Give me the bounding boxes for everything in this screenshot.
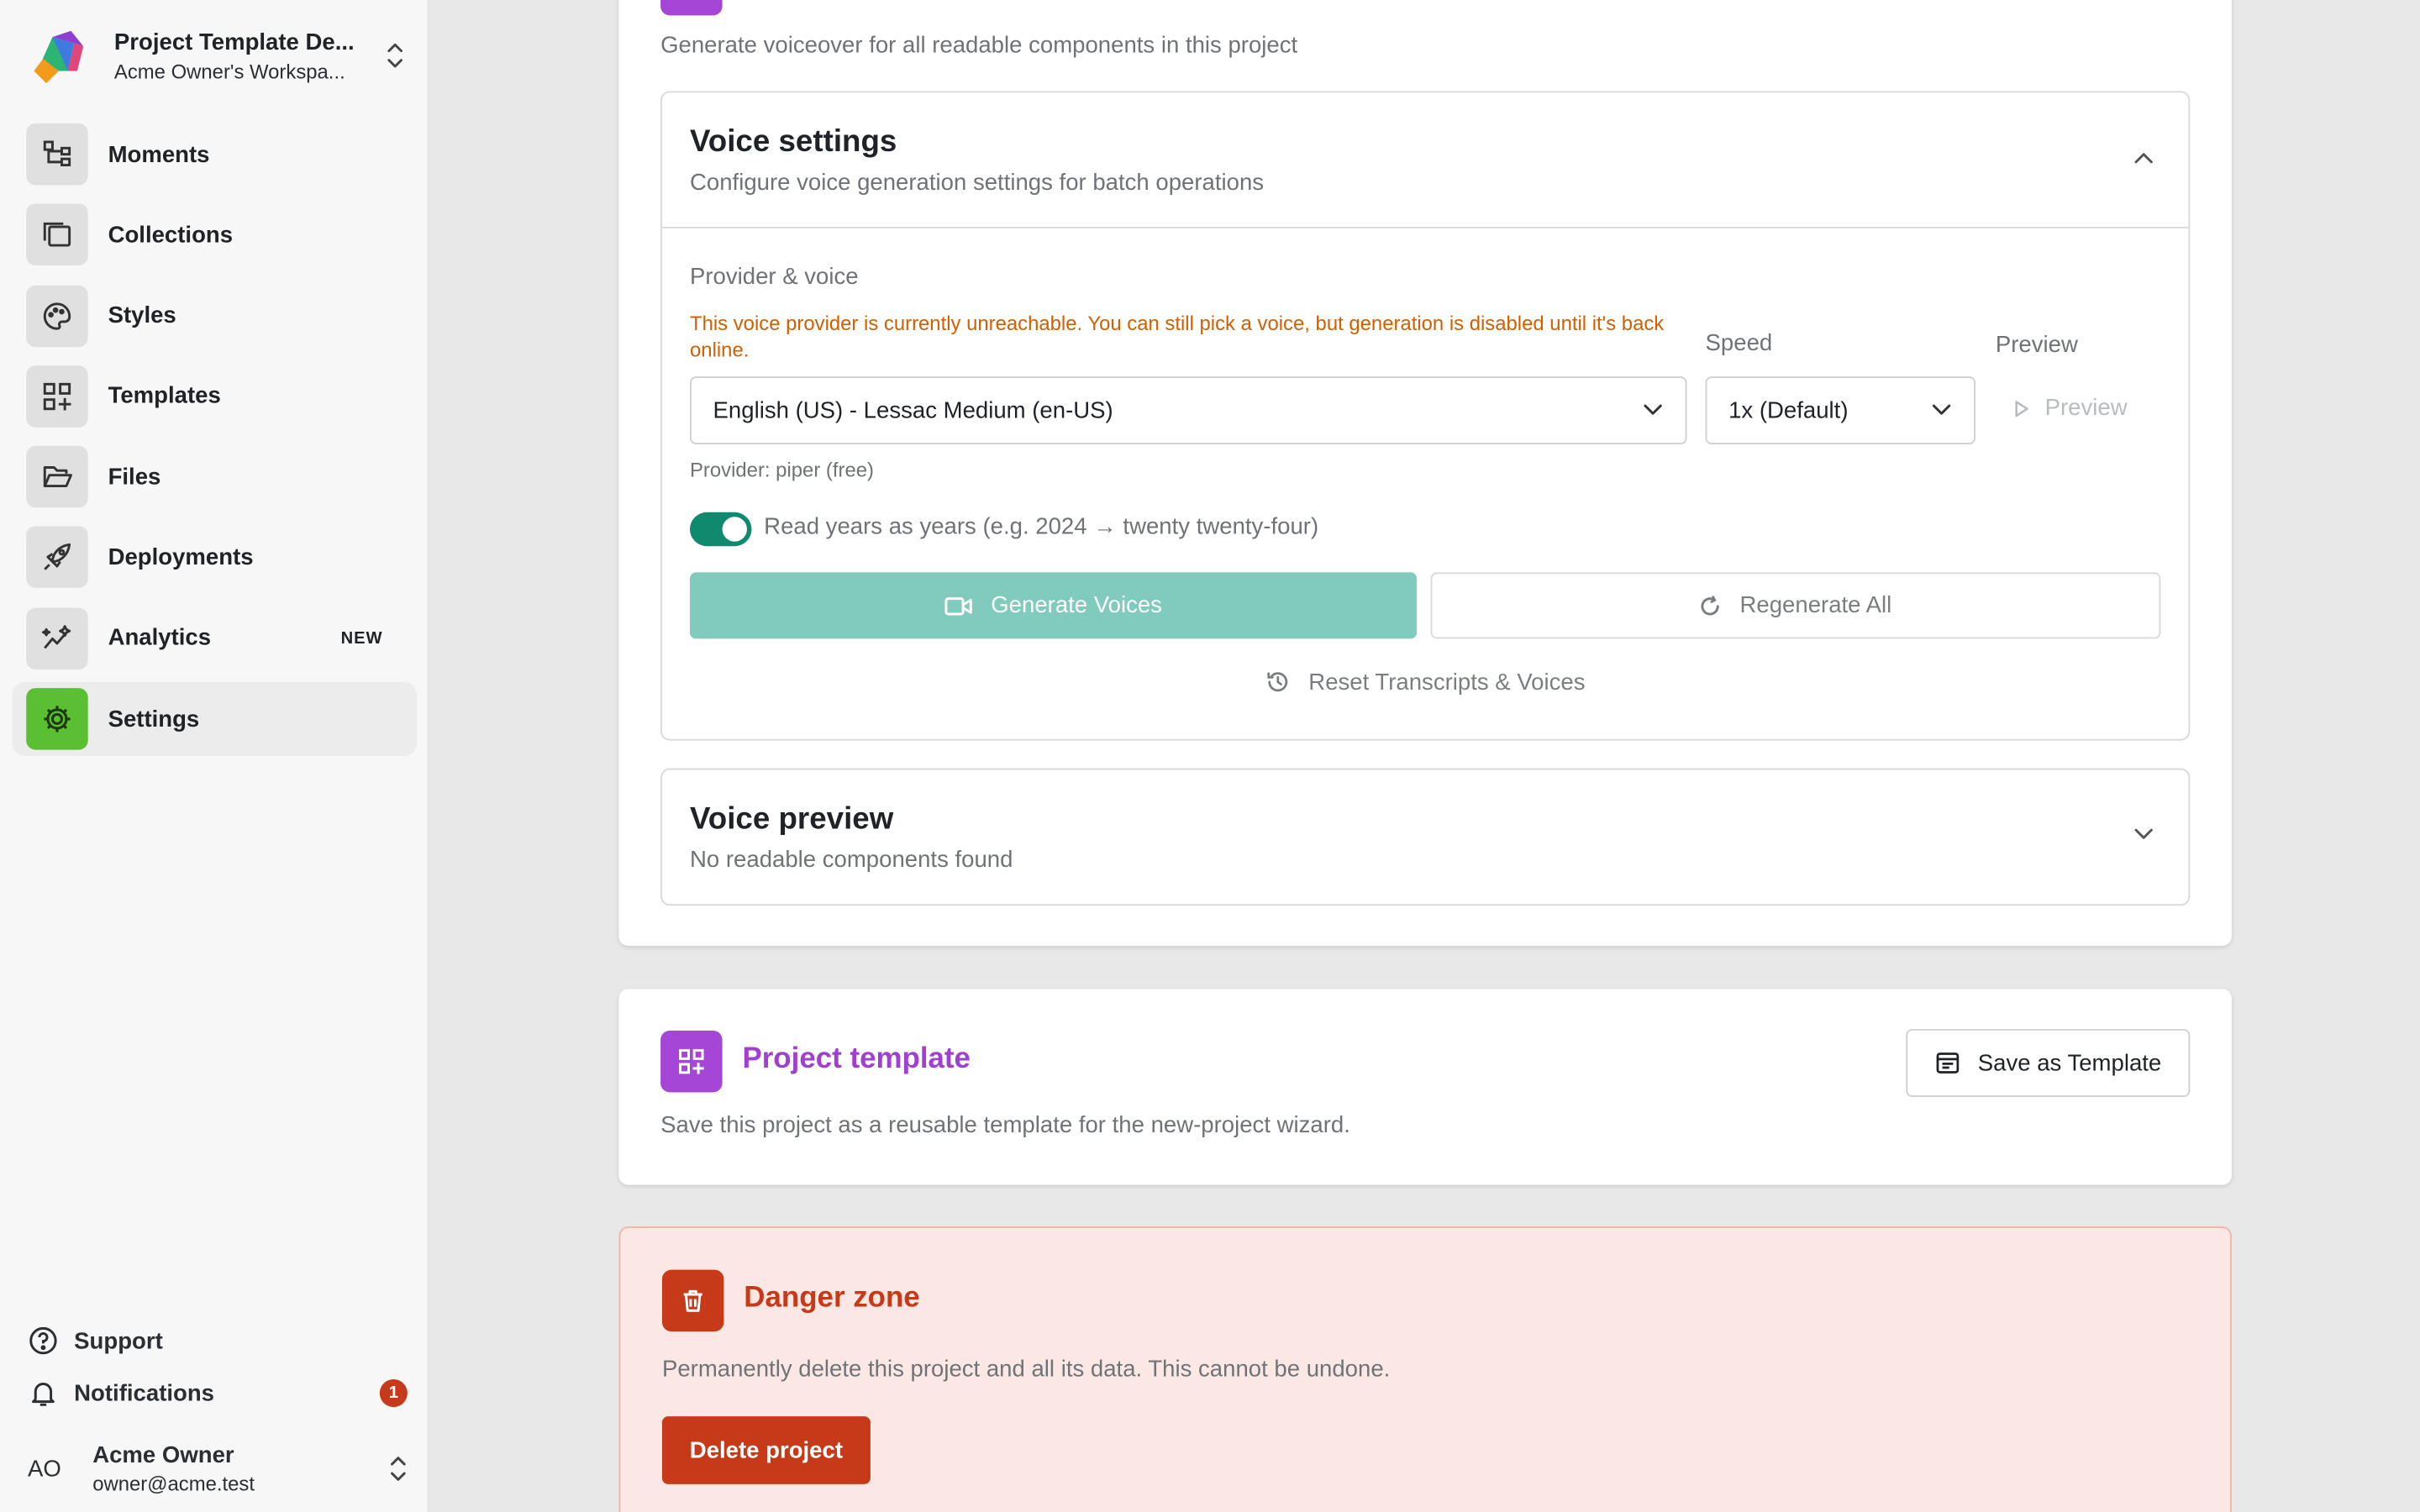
notification-count-badge: 1 [379,1379,408,1408]
sidebar-item-moments[interactable]: Moments [13,118,417,192]
sidebar-item-label: Templates [108,383,221,410]
play-icon [2015,400,2028,417]
project-switcher[interactable]: Project Template De... Acme Owner's Work… [28,22,408,90]
trash-icon [661,1269,724,1332]
user-name: Acme Owner [92,1442,234,1469]
provider-info: Provider: piper (free) [690,458,874,482]
voice-select[interactable]: English (US) - Lessac Medium (en-US) [690,376,1687,444]
reset-transcripts-label: Reset Transcripts & Voices [1308,669,1586,696]
hierarchy-icon [26,123,88,186]
read-years-label: Read years as years (e.g. 2024 → twenty … [764,513,1319,540]
user-menu[interactable]: AO Acme Owner owner@acme.test [28,1425,411,1512]
grid-plus-icon [26,365,88,428]
chevron-updown-icon[interactable] [386,1453,410,1484]
delete-project-button[interactable]: Delete project [661,1416,871,1484]
voice-preview-panel: Voice preview No readable components fou… [660,768,2191,906]
sidebar-footer: Support Notifications 1 AO Acme Owner ow… [28,1315,411,1512]
voiceover-card: Generate voiceover for all readable comp… [618,0,2232,946]
voice-preview-header[interactable]: Voice preview No readable components fou… [662,770,2188,906]
preview-button-label: Preview [2044,395,2128,422]
voice-section-subtitle: Generate voiceover for all readable comp… [660,32,1298,59]
folder-open-icon [26,446,88,508]
regenerate-all-button[interactable]: Regenerate All [1430,572,2161,639]
bell-icon [32,1383,55,1406]
danger-zone-title: Danger zone [744,1282,920,1315]
generate-voices-label: Generate Voices [991,592,1162,619]
project-template-title: Project template [742,1042,971,1076]
gear-icon [26,688,88,750]
speed-select[interactable]: 1x (Default) [1705,376,1975,444]
chevron-up-icon[interactable] [2133,150,2154,165]
history-icon [1267,672,1288,692]
sidebar-item-label: Deployments [108,544,254,571]
chevron-down-icon[interactable] [2133,827,2154,842]
preview-label: Preview [1995,331,2078,359]
danger-zone-desc: Permanently delete this project and all … [661,1356,1391,1383]
avatar: AO [28,1455,61,1483]
voice-settings-header[interactable]: Voice settings Configure voice generatio… [661,92,2189,228]
chevron-down-icon [1932,404,1951,415]
generate-voices-button[interactable]: Generate Voices [690,572,1418,639]
sidebar-item-styles[interactable]: Styles [13,279,417,353]
sidebar-item-settings[interactable]: Settings [12,681,417,757]
notifications-link[interactable]: Notifications 1 [28,1367,411,1419]
reset-transcripts-button[interactable]: Reset Transcripts & Voices [690,664,2160,701]
save-as-template-label: Save as Template [1977,1049,2162,1077]
sidebar-item-label: Styles [108,302,176,329]
voice-settings-title: Voice settings [690,124,897,160]
voice-preview-desc: No readable components found [690,847,1013,874]
speed-label: Speed [1705,330,1773,357]
provider-voice-label: Provider & voice [690,264,859,291]
sidebar: Project Template De... Acme Owner's Work… [0,0,429,1512]
template-icon [1935,1053,1959,1074]
collection-icon [26,203,88,266]
speed-select-value: 1x (Default) [1728,396,1849,424]
project-name: Project Template De... [113,28,355,55]
help-circle-icon [29,1326,57,1355]
sidebar-item-label: Files [108,464,161,491]
refresh-icon [1701,595,1720,615]
voice-preview-title: Voice preview [690,802,894,837]
chevron-updown-icon[interactable] [383,40,408,71]
read-years-toggle[interactable] [690,512,752,547]
user-email: owner@acme.test [92,1472,255,1495]
provider-warning: This voice provider is currently unreach… [690,312,1665,361]
voice-settings-desc: Configure voice generation settings for … [690,170,1265,197]
grid-plus-icon [660,1030,723,1093]
sidebar-item-label: Settings [108,706,200,732]
support-label: Support [74,1327,163,1354]
notifications-label: Notifications [74,1379,215,1407]
voice-section-tile [660,0,723,16]
rocket-icon [26,527,88,589]
danger-zone-card: Danger zone Permanently delete this proj… [618,1226,2232,1512]
video-icon [944,596,972,615]
chevron-down-icon [1644,404,1662,415]
sidebar-item-label: Collections [108,222,234,249]
palette-icon [26,285,88,347]
workspace-name: Acme Owner's Workspa... [113,59,345,83]
project-template-card: Project template Save this project as a … [618,989,2232,1185]
sparkline-icon [26,607,88,669]
sidebar-item-label: Analytics [108,625,212,652]
save-as-template-button[interactable]: Save as Template [1906,1029,2191,1097]
sidebar-item-files[interactable]: Files [13,440,417,514]
support-link[interactable]: Support [28,1315,411,1367]
sidebar-item-collections[interactable]: Collections [13,198,417,272]
voice-select-value: English (US) - Lessac Medium (en-US) [713,396,1113,424]
sidebar-item-label: Moments [108,141,210,168]
sidebar-nav: Moments Collections Styles Templates Fil… [12,118,417,763]
regenerate-all-label: Regenerate All [1739,592,1892,619]
voice-settings-panel: Voice settings Configure voice generatio… [660,91,2191,741]
preview-button[interactable]: Preview [2014,395,2128,421]
sidebar-item-deployments[interactable]: Deployments [13,521,417,595]
new-badge: NEW [340,628,383,648]
sidebar-item-templates[interactable]: Templates [13,360,417,433]
project-template-desc: Save this project as a reusable template… [660,1112,1350,1139]
app-logo-icon [28,24,89,86]
sidebar-item-analytics[interactable]: Analytics NEW [13,601,417,675]
